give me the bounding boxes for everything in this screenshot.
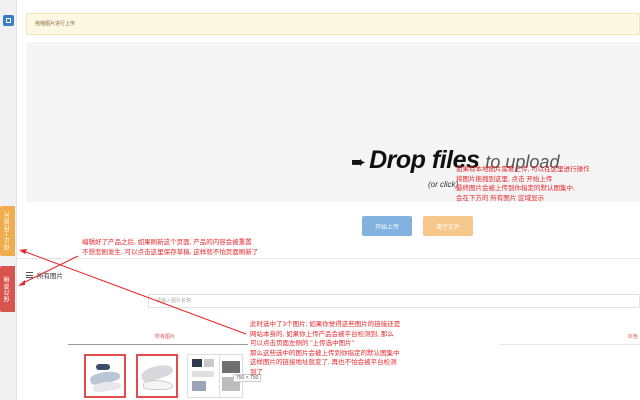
annotation-line: 会在下方的 所有图片 区域显示 xyxy=(456,194,545,202)
image-search-box[interactable] xyxy=(148,294,640,308)
annotation-line: 网站本身的, 如果你上传产品会被平台检测到, 那么 xyxy=(250,330,394,338)
start-upload-button[interactable]: 开始上传 xyxy=(362,216,412,236)
upload-annotation: 如果有本地图片需要上传, 可以在这里进行操作 将图片拖拽到这里, 点击 开始上传… xyxy=(456,165,590,203)
annotation-line: 编辑好了产品之后, 如果刷新这个页面, 产品的内容会被重置 xyxy=(82,239,252,246)
selection-annotation: 此时选中了3个图片; 如果你觉得这些图片的链接还是 网站本身的, 如果你上传产品… xyxy=(250,320,400,377)
image-thumbnail[interactable] xyxy=(136,354,178,398)
drop-arrow-icon: ➨ xyxy=(351,152,367,172)
selection-arrow xyxy=(22,250,247,335)
tab-red[interactable]: 红色 xyxy=(628,333,638,340)
annotation-line: 此时选中了3个图片; 如果你觉得这些图片的链接还是 xyxy=(250,321,401,328)
draft-arrow-head xyxy=(18,280,25,286)
expand-panel-icon[interactable] xyxy=(3,15,14,26)
or-click-text: (or click) xyxy=(428,180,459,189)
clear-files-button[interactable]: 清空文件 xyxy=(423,216,473,236)
upload-selected-images-tab[interactable]: 停止上传图片 xyxy=(0,206,15,256)
draft-annotation: 编辑好了产品之后, 如果刷新这个页面, 产品的内容会被重置 不想悲剧发生, 可以… xyxy=(82,238,258,257)
all-images-header: 所有图片 xyxy=(26,270,63,280)
tab-underline xyxy=(500,344,640,345)
tab-active-underline xyxy=(68,344,248,345)
tab-all-images[interactable]: 所有图片 xyxy=(155,333,175,340)
annotation-line: 到了 xyxy=(250,368,263,376)
annotation-line: 那么这些选中的图片会被上传到你指定的默认图集中 xyxy=(250,349,400,357)
annotation-line: 将图片拖拽到这里, 点击 开始上传 xyxy=(456,175,553,183)
annotation-line: 如果有本地图片需要上传, 可以在这里进行操作 xyxy=(456,166,590,173)
section-title: 所有图片 xyxy=(37,273,63,280)
annotation-line: 不想悲剧发生, 可以点击这里保存草稿, 这样就不怕页面刷新了 xyxy=(82,248,259,256)
selection-arrow-head xyxy=(19,249,27,254)
annotation-line: 这样图片的链接地址就变了, 再也不怕会被平台检测 xyxy=(250,359,397,366)
list-icon xyxy=(26,272,33,278)
save-draft-tab[interactable]: 保存草稿 xyxy=(0,266,15,312)
image-search-input[interactable] xyxy=(149,295,639,307)
upload-notice: 拖拽图片进行上传 xyxy=(26,13,640,35)
section-divider xyxy=(17,258,640,259)
annotation-line: 最终图片会被上传到你指定的默认图集中, xyxy=(456,185,575,192)
annotation-line: 可以点击页面左侧的 "上传选中图片" xyxy=(250,340,354,347)
image-thumbnail[interactable] xyxy=(84,354,126,398)
left-rail xyxy=(0,0,17,400)
